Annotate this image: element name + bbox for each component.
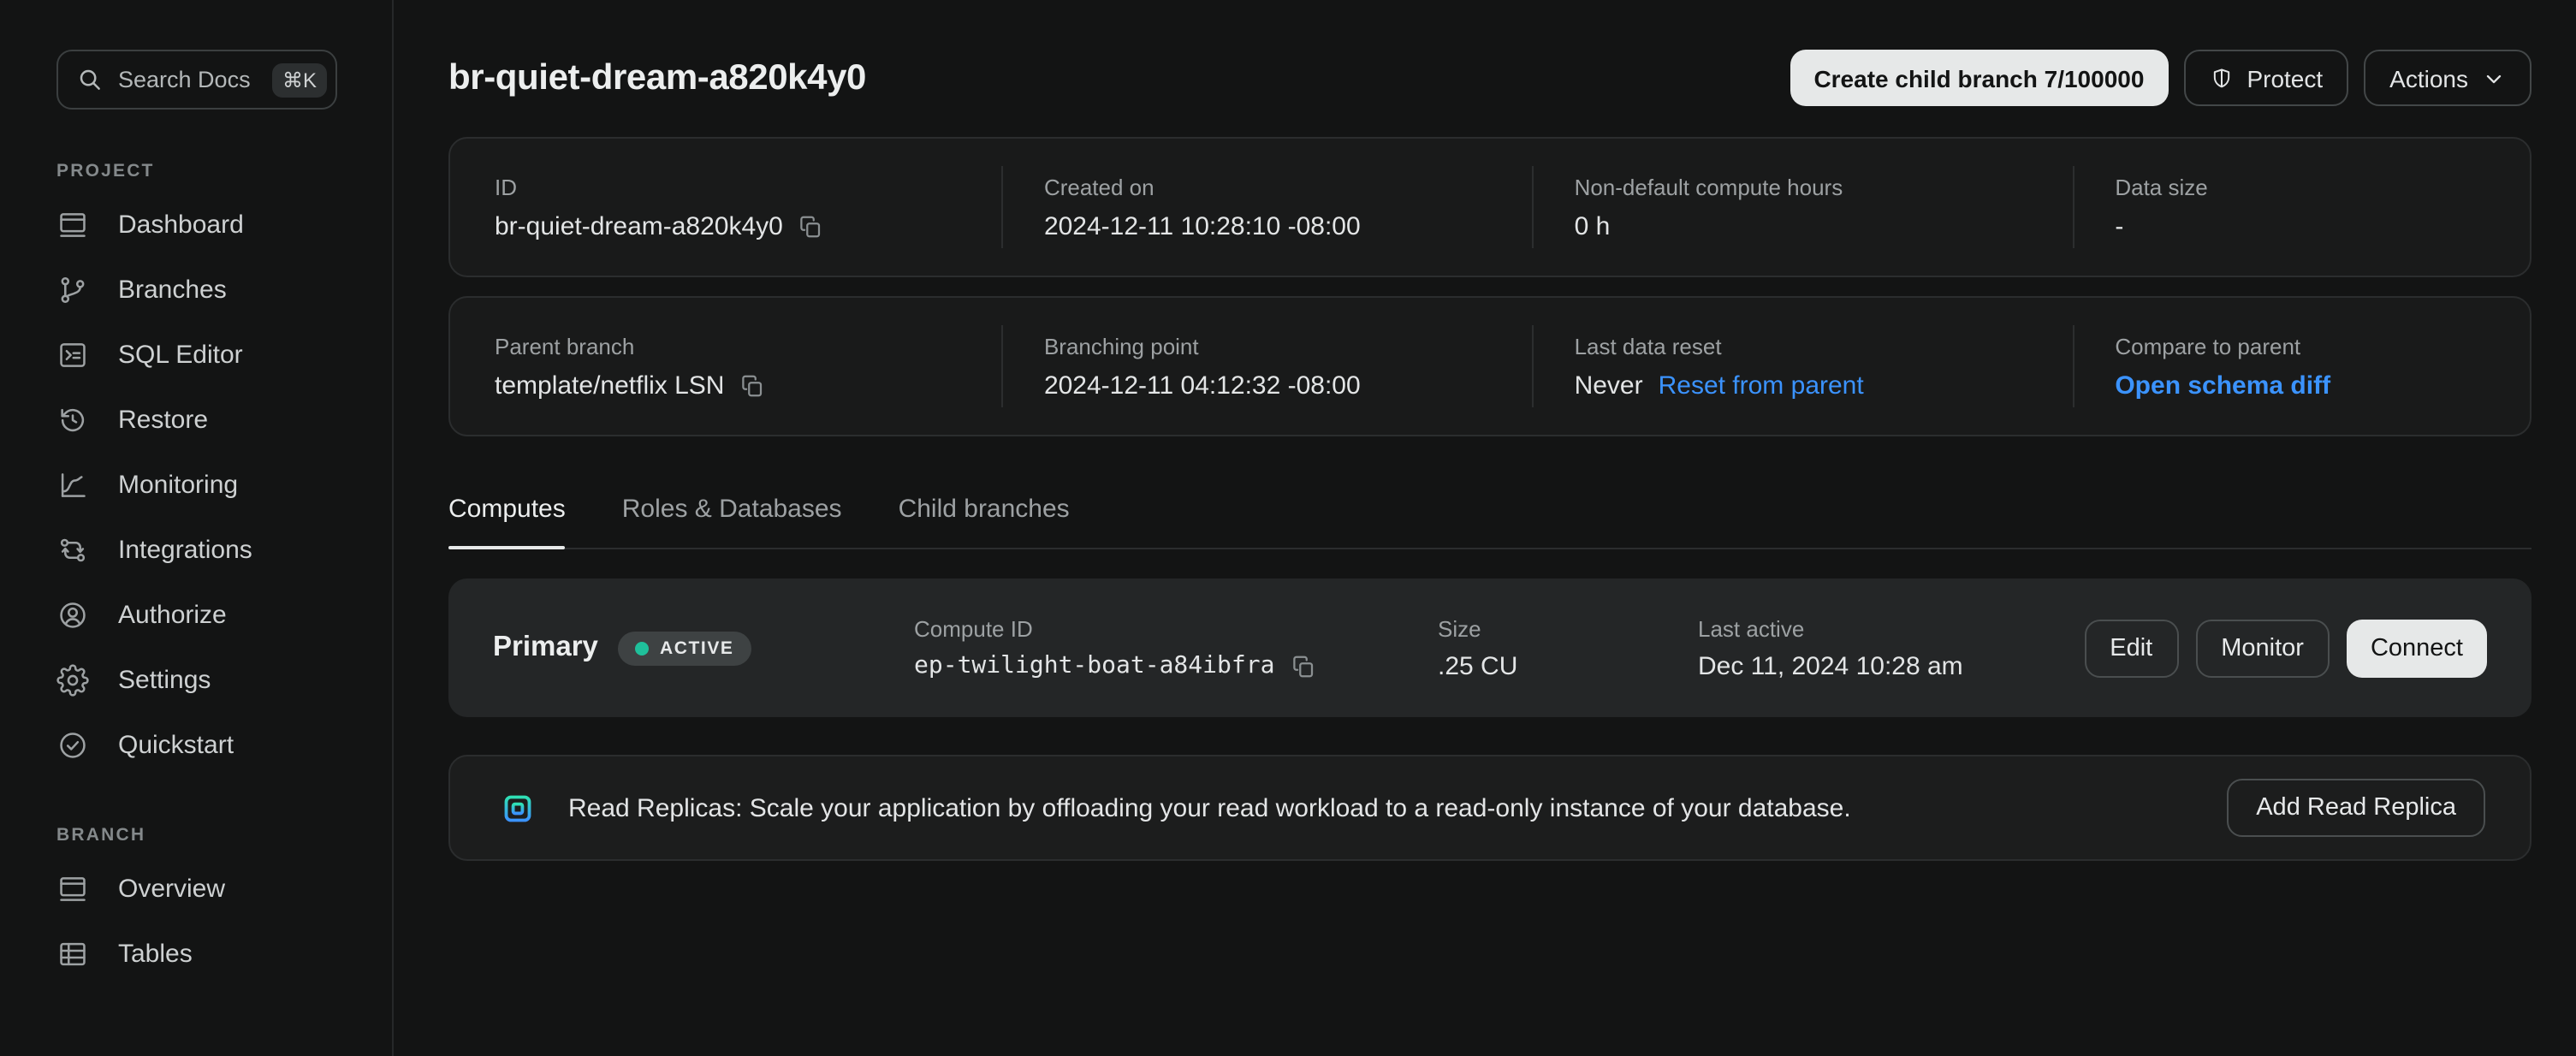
sidebar-item-label: Restore <box>118 405 208 434</box>
reset-from-parent-link[interactable]: Reset from parent <box>1659 371 1864 400</box>
last-active-value: Dec 11, 2024 10:28 am <box>1698 651 2084 680</box>
sidebar-item-restore[interactable]: Restore <box>56 387 392 452</box>
sidebar-item-dashboard[interactable]: Dashboard <box>56 192 392 257</box>
sidebar-item-authorize[interactable]: Authorize <box>56 582 392 647</box>
sidebar-item-label: Branches <box>118 275 227 304</box>
sidebar-item-integrations[interactable]: Integrations <box>56 517 392 582</box>
field-label: Parent branch <box>495 333 1001 359</box>
restore-icon <box>56 403 89 436</box>
created-on-value: 2024-12-11 10:28:10 -08:00 <box>1044 211 1532 240</box>
primary-compute-row: Primary ACTIVE Compute ID ep-twilight-bo… <box>448 578 2531 717</box>
sidebar-item-label: SQL Editor <box>118 340 243 369</box>
app-window: Search Docs ⌘K PROJECT Dashboard Branche… <box>0 0 2576 1056</box>
shield-icon <box>2209 66 2233 90</box>
sidebar-item-overview[interactable]: Overview <box>56 856 392 921</box>
monitoring-icon <box>56 468 89 501</box>
dashboard-icon <box>56 208 89 240</box>
sidebar-item-label: Quickstart <box>118 730 234 759</box>
sidebar-item-label: Dashboard <box>118 210 244 239</box>
branch-info-card: ID br-quiet-dream-a820k4y0 Created on 20… <box>448 137 2531 277</box>
sidebar-item-label: Overview <box>118 874 225 903</box>
sidebar-item-sql-editor[interactable]: SQL Editor <box>56 322 392 387</box>
field-label: Compute ID <box>914 616 1438 642</box>
page-title: br-quiet-dream-a820k4y0 <box>448 57 866 98</box>
settings-icon <box>56 663 89 696</box>
tables-icon <box>56 937 89 970</box>
sidebar-item-monitoring[interactable]: Monitoring <box>56 452 392 517</box>
data-size-value: - <box>2115 211 2530 240</box>
tab-bar: Computes Roles & Databases Child branche… <box>448 495 2531 549</box>
field-label: ID <box>495 174 1001 199</box>
add-read-replica-button[interactable]: Add Read Replica <box>2227 779 2485 837</box>
read-replica-banner: Read Replicas: Scale your application by… <box>448 755 2531 861</box>
branches-icon <box>56 273 89 306</box>
sidebar-item-label: Tables <box>118 939 193 968</box>
integrations-icon <box>56 533 89 566</box>
branching-point-value: 2024-12-11 04:12:32 -08:00 <box>1044 371 1532 400</box>
search-docs-input[interactable]: Search Docs ⌘K <box>56 50 337 110</box>
tab-roles-databases[interactable]: Roles & Databases <box>622 495 842 548</box>
field-label: Created on <box>1044 174 1532 199</box>
field-label: Compare to parent <box>2115 333 2530 359</box>
actions-button[interactable]: Actions <box>2364 50 2531 106</box>
sidebar-section-branch: BRANCH <box>56 825 392 845</box>
sidebar-item-tables[interactable]: Tables <box>56 921 392 986</box>
field-label: Data size <box>2115 174 2530 199</box>
compute-id-value: ep-twilight-boat-a84ibfra <box>914 652 1274 679</box>
overview-icon <box>56 872 89 905</box>
open-schema-diff-link[interactable]: Open schema diff <box>2115 371 2330 400</box>
compute-name: Primary <box>493 632 598 664</box>
sidebar-item-branches[interactable]: Branches <box>56 257 392 322</box>
copy-icon[interactable] <box>739 372 765 398</box>
edit-button[interactable]: Edit <box>2084 619 2178 677</box>
field-label: Last active <box>1698 615 2084 641</box>
field-label: Branching point <box>1044 333 1532 359</box>
parent-branch-value: template/netflix LSN <box>495 371 724 400</box>
authorize-icon <box>56 598 89 631</box>
search-shortcut-badge: ⌘K <box>272 62 327 97</box>
read-replica-description: Read Replicas: Scale your application by… <box>568 793 2199 822</box>
copy-icon[interactable] <box>1290 653 1315 679</box>
sidebar-item-label: Monitoring <box>118 470 238 499</box>
compute-hours-value: 0 h <box>1575 211 2073 240</box>
active-dot <box>636 641 650 655</box>
field-label: Size <box>1438 615 1698 641</box>
protect-button[interactable]: Protect <box>2183 50 2348 106</box>
status-badge: ACTIVE <box>619 631 751 665</box>
main-content: br-quiet-dream-a820k4y0 Create child bra… <box>394 0 2576 1056</box>
sidebar-item-label: Settings <box>118 665 211 694</box>
sidebar-section-project: PROJECT <box>56 161 392 181</box>
sidebar-item-label: Authorize <box>118 600 227 629</box>
chip-icon <box>495 785 541 831</box>
search-icon <box>77 67 103 92</box>
field-label: Last data reset <box>1575 333 2073 359</box>
field-label: Non-default compute hours <box>1575 174 2073 199</box>
compute-size-value: .25 CU <box>1438 651 1698 680</box>
sidebar-item-quickstart[interactable]: Quickstart <box>56 712 392 777</box>
tab-computes[interactable]: Computes <box>448 495 566 548</box>
tab-child-branches[interactable]: Child branches <box>899 495 1070 548</box>
branch-id-value: br-quiet-dream-a820k4y0 <box>495 211 783 240</box>
create-child-branch-button[interactable]: Create child branch 7/100000 <box>1790 50 2168 106</box>
connect-button[interactable]: Connect <box>2347 619 2487 677</box>
parent-info-card: Parent branch template/netflix LSN Branc… <box>448 296 2531 436</box>
sidebar-item-settings[interactable]: Settings <box>56 647 392 712</box>
monitor-button[interactable]: Monitor <box>2195 619 2330 677</box>
sidebar-item-label: Integrations <box>118 535 252 564</box>
sidebar: Search Docs ⌘K PROJECT Dashboard Branche… <box>0 0 394 1056</box>
chevron-down-icon <box>2482 66 2506 90</box>
sql-editor-icon <box>56 338 89 371</box>
quickstart-icon <box>56 728 89 761</box>
search-placeholder: Search Docs <box>118 67 257 92</box>
last-data-reset-value: Never <box>1575 371 1643 400</box>
copy-icon[interactable] <box>798 213 824 239</box>
